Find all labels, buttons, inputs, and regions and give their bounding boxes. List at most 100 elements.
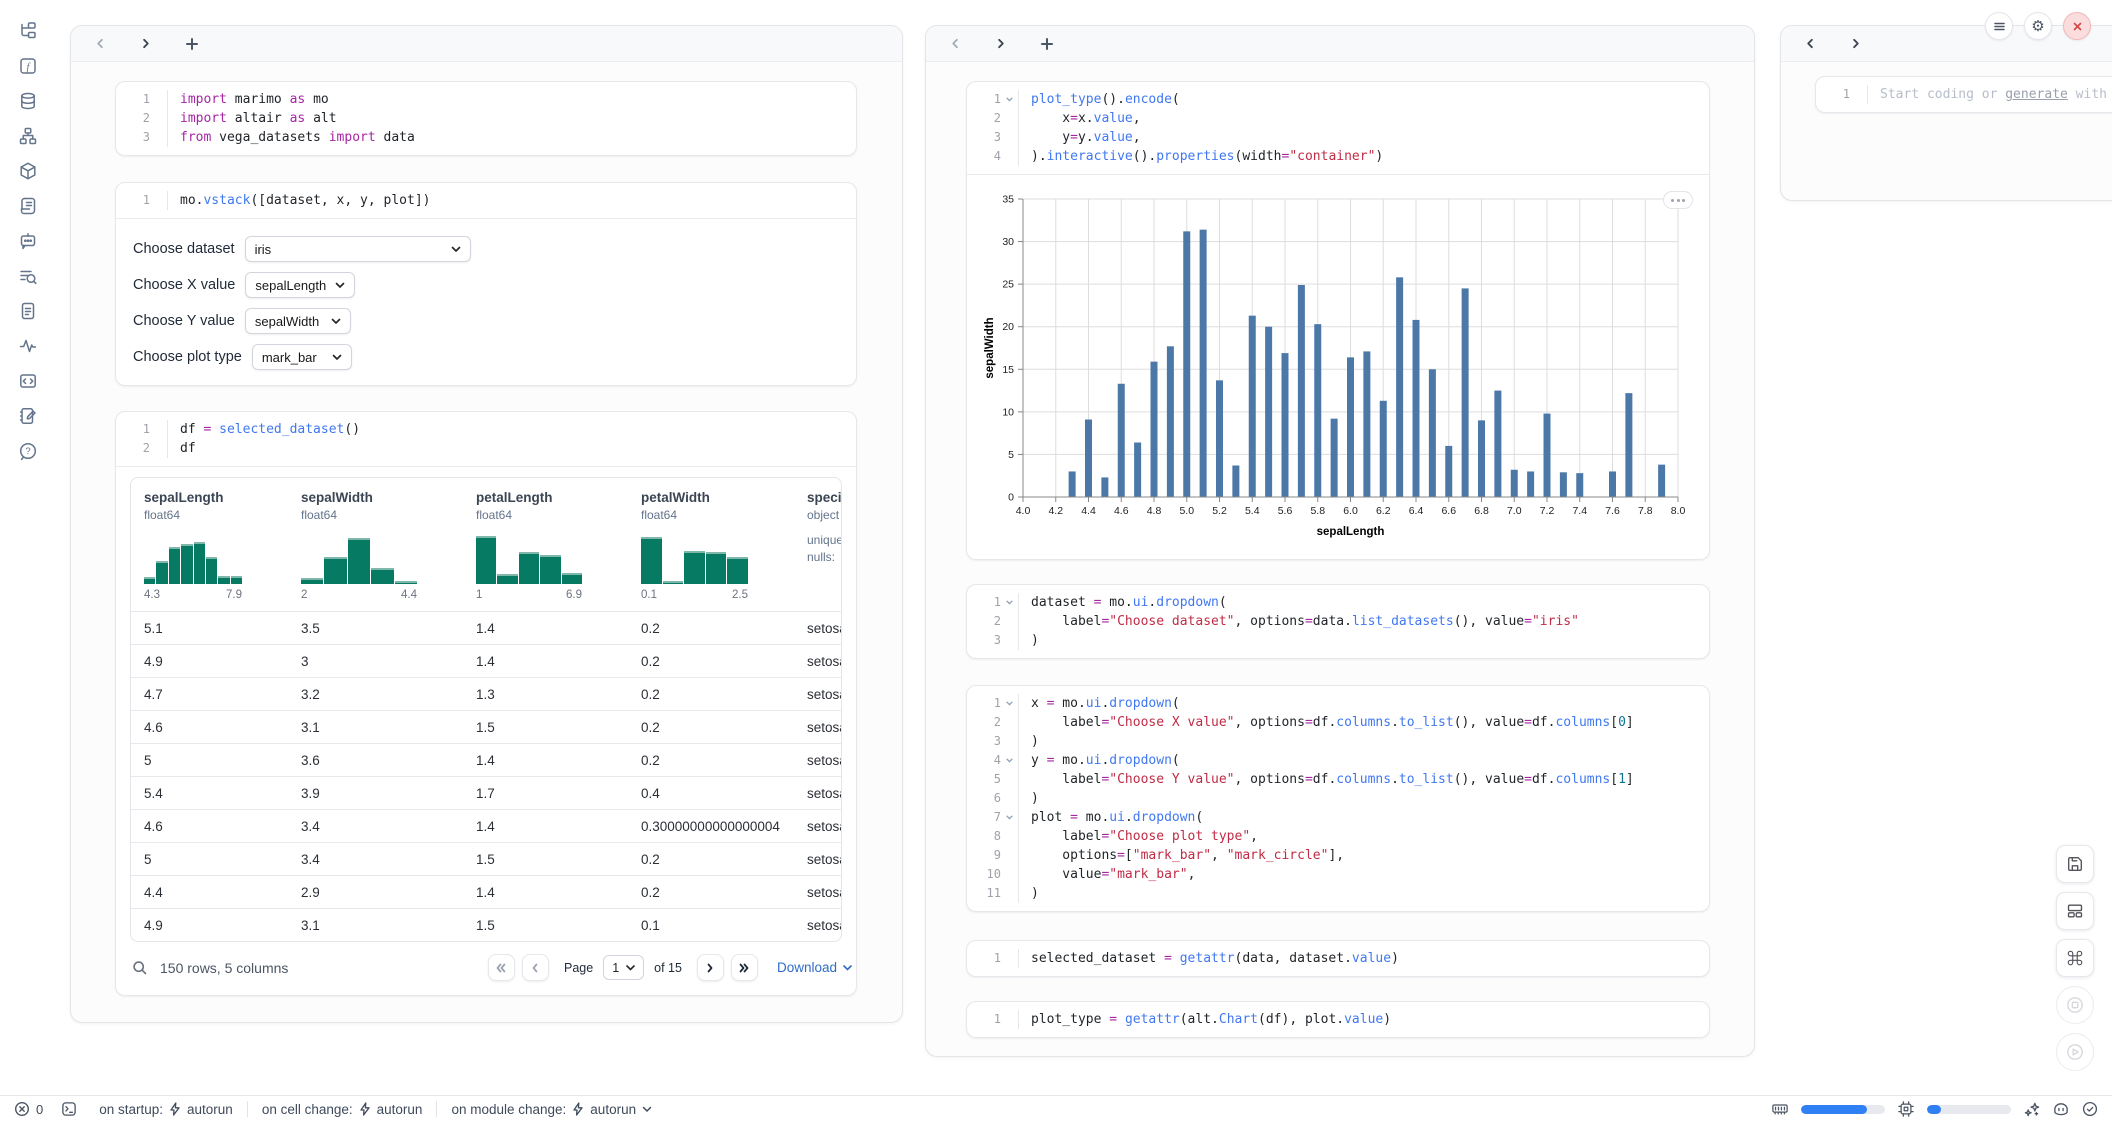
previous-page-button[interactable] <box>522 954 549 981</box>
svg-text:6.2: 6.2 <box>1376 505 1391 517</box>
last-page-button[interactable] <box>731 954 758 981</box>
tracing-icon[interactable] <box>15 336 41 356</box>
column-move-right-icon[interactable] <box>1844 36 1867 51</box>
dropdown-select-2[interactable]: sepalLength <box>245 272 355 298</box>
save-button[interactable] <box>2056 845 2094 883</box>
layout-toggle-button[interactable] <box>2056 892 2094 930</box>
svg-text:7.4: 7.4 <box>1572 505 1587 517</box>
add-column-icon[interactable] <box>1034 35 1060 53</box>
column-move-left-icon[interactable] <box>89 36 112 51</box>
chevron-down-icon <box>843 965 852 971</box>
menu-icon[interactable] <box>1985 12 2013 40</box>
helper-panel-sidebar: f ? <box>0 0 56 1095</box>
snippets-icon[interactable] <box>15 371 41 391</box>
column-move-left-icon[interactable] <box>1799 36 1822 51</box>
svg-text:6.4: 6.4 <box>1409 505 1424 517</box>
code-editor-df[interactable]: 1df = selected_dataset()2df <box>116 412 856 466</box>
run-button[interactable] <box>2056 1033 2094 1071</box>
chart-bar <box>1282 353 1289 497</box>
table-row[interactable]: 4.931.40.2setosa <box>131 644 841 677</box>
dropdown-select-1[interactable]: iris <box>245 236 471 262</box>
svg-text:10: 10 <box>1002 406 1014 418</box>
ai-chat-icon[interactable] <box>15 231 41 251</box>
code-editor-dataset-dropdown[interactable]: 1dataset = mo.ui.dropdown(2 label="Choos… <box>967 585 1709 658</box>
chart-bar <box>1658 465 1665 497</box>
column-2-header <box>926 26 1754 62</box>
table-row[interactable]: 4.73.21.30.2setosa <box>131 677 841 710</box>
lightning-icon <box>169 1102 181 1116</box>
code-editor-plot-type[interactable]: 1plot_type = getattr(alt.Chart(df), plot… <box>967 1002 1709 1037</box>
on-cell-change-value: autorun <box>377 1102 423 1117</box>
table-row[interactable]: 53.41.50.2setosa <box>131 842 841 875</box>
table-row[interactable]: 5.43.91.70.4setosa <box>131 776 841 809</box>
keyboard-shortcuts-button[interactable] <box>2056 939 2094 977</box>
table-cell: 4.9 <box>131 654 288 669</box>
shutdown-close-icon[interactable] <box>2063 12 2091 40</box>
table-row[interactable]: 4.42.91.40.2setosa <box>131 875 841 908</box>
table-cell: 3.4 <box>288 819 463 834</box>
altair-bar-chart[interactable]: 051015202530354.04.24.44.64.85.05.25.45.… <box>981 189 1695 551</box>
terminal-icon[interactable] <box>61 1101 77 1117</box>
code-line: 7plot = mo.ui.dropdown( <box>975 808 1697 827</box>
next-page-button[interactable] <box>697 954 724 981</box>
file-explorer-icon[interactable] <box>15 21 41 41</box>
logs-icon[interactable] <box>15 266 41 286</box>
data-sources-icon[interactable] <box>15 91 41 111</box>
column-move-right-icon[interactable] <box>134 36 157 51</box>
table-column-header[interactable]: sepalLengthfloat644.37.9 <box>131 490 288 611</box>
first-page-button[interactable] <box>488 954 515 981</box>
search-icon[interactable] <box>132 960 148 976</box>
code-line: 1mo.vstack([dataset, x, y, plot]) <box>124 191 844 210</box>
svg-text:5.2: 5.2 <box>1212 505 1227 517</box>
add-column-icon[interactable] <box>179 35 205 53</box>
code-editor-empty[interactable]: 1Start coding or generate with AI <box>1816 77 2112 112</box>
dropdown-select-4[interactable]: mark_bar <box>252 344 352 370</box>
table-row[interactable]: 4.63.41.40.30000000000000004setosa <box>131 809 841 842</box>
svg-text:7.0: 7.0 <box>1507 505 1522 517</box>
code-editor-plot-encode[interactable]: 1plot_type().encode(2 x=x.value,3 y=y.va… <box>967 82 1709 174</box>
help-icon[interactable]: ? <box>15 441 41 461</box>
table-row[interactable]: 4.93.11.50.1setosa <box>131 908 841 941</box>
svg-text:6.0: 6.0 <box>1343 505 1358 517</box>
download-button[interactable]: Download <box>777 960 852 975</box>
table-column-header[interactable]: sepalWidthfloat6424.4 <box>288 490 463 611</box>
svg-text:5.8: 5.8 <box>1310 505 1325 517</box>
documentation-icon[interactable] <box>15 196 41 216</box>
chart-menu-button[interactable] <box>1663 191 1693 209</box>
scratchpad-icon[interactable] <box>15 406 41 426</box>
ai-sparkles-icon[interactable] <box>2024 1101 2040 1117</box>
chart-bar <box>1380 401 1387 497</box>
table-cell: 0.4 <box>628 786 794 801</box>
errors-indicator[interactable]: 0 <box>14 1101 43 1117</box>
code-editor-xy-plot-dropdowns[interactable]: 1x = mo.ui.dropdown(2 label="Choose X va… <box>967 686 1709 911</box>
code-editor-imports[interactable]: 1import marimo as mo2import altair as al… <box>116 82 856 155</box>
copilot-icon[interactable] <box>2053 1101 2069 1117</box>
table-row[interactable]: 53.61.40.2setosa <box>131 743 841 776</box>
packages-icon[interactable] <box>15 161 41 181</box>
notes-icon[interactable] <box>15 301 41 321</box>
column-move-right-icon[interactable] <box>989 36 1012 51</box>
on-cell-change-setting[interactable]: on cell change: autorun <box>262 1102 423 1117</box>
svg-text:4.8: 4.8 <box>1147 505 1162 517</box>
table-row[interactable]: 5.13.51.40.2setosa <box>131 611 841 644</box>
connection-status-icon[interactable] <box>2082 1101 2098 1117</box>
column-move-left-icon[interactable] <box>944 36 967 51</box>
chart-bar <box>1544 414 1551 497</box>
dropdown-select-3[interactable]: sepalWidth <box>245 308 351 334</box>
settings-gear-icon[interactable]: ⚙ <box>2024 12 2052 40</box>
variables-icon[interactable]: f <box>15 56 41 76</box>
code-line: 1plot_type().encode( <box>975 90 1697 109</box>
table-row[interactable]: 4.63.11.50.2setosa <box>131 710 841 743</box>
dependency-graph-icon[interactable] <box>15 126 41 146</box>
table-column-header[interactable]: speciesobjectunique:nulls: <box>794 490 842 611</box>
code-editor-vstack[interactable]: 1mo.vstack([dataset, x, y, plot]) <box>116 183 856 218</box>
table-column-header[interactable]: petalLengthfloat6416.9 <box>463 490 628 611</box>
code-editor-selected-dataset[interactable]: 1selected_dataset = getattr(data, datase… <box>967 941 1709 976</box>
table-column-header[interactable]: petalWidthfloat640.12.5 <box>628 490 794 611</box>
on-startup-setting[interactable]: on startup: autorun <box>99 1102 233 1117</box>
on-module-change-setting[interactable]: on module change: autorun <box>451 1102 652 1117</box>
table-cell: setosa <box>794 918 842 933</box>
stop-button[interactable] <box>2056 986 2094 1024</box>
code-line: 1selected_dataset = getattr(data, datase… <box>975 949 1697 968</box>
page-number-select[interactable]: 1 <box>603 955 644 980</box>
